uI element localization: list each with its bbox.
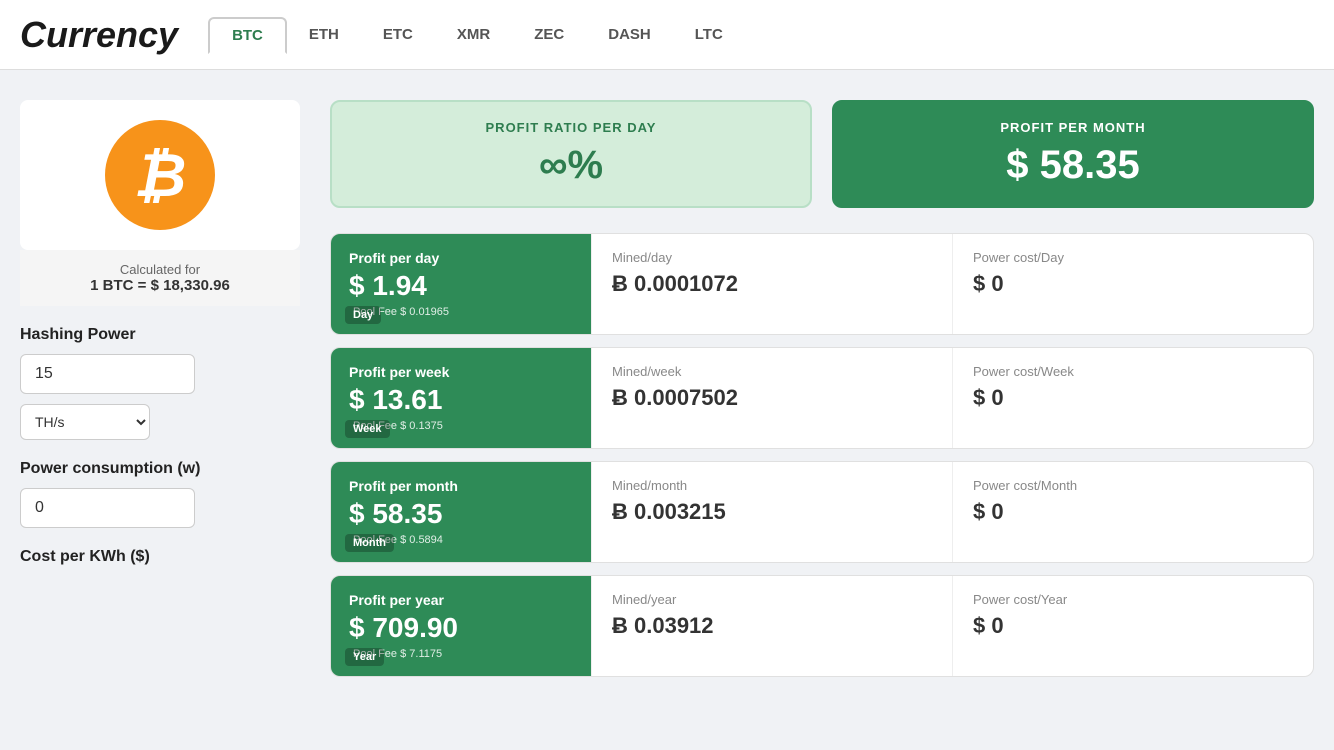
row-week-badge: Week — [345, 420, 390, 438]
row-week-mined: Mined/week Ƀ 0.0007502 — [591, 348, 952, 448]
row-year-mined-value: Ƀ 0.03912 — [612, 613, 932, 639]
row-week-mined-label: Mined/week — [612, 364, 932, 379]
row-day: Profit per day $ 1.94 Day Pool Fee $ 0.0… — [330, 233, 1314, 335]
row-week-cells: Mined/week Ƀ 0.0007502 Power cost/Week $… — [591, 348, 1313, 448]
row-month-mined-label: Mined/month — [612, 478, 932, 493]
row-day-power: Power cost/Day $ 0 — [952, 234, 1313, 334]
bitcoin-symbol: ₿ — [134, 141, 187, 210]
row-month-mined: Mined/month Ƀ 0.003215 — [591, 462, 952, 562]
row-week-power-label: Power cost/Week — [973, 364, 1293, 379]
page-title: Currency — [20, 14, 178, 56]
tab-xmr[interactable]: XMR — [435, 17, 512, 52]
calc-for-value: 1 BTC = $ 18,330.96 — [32, 277, 288, 294]
row-week-power: Power cost/Week $ 0 — [952, 348, 1313, 448]
profit-month-value: $ 58.35 — [858, 143, 1288, 188]
profit-ratio-value: ∞% — [356, 143, 786, 188]
row-week-title: Profit per week — [349, 364, 573, 380]
row-day-badge: Day — [345, 306, 381, 324]
row-day-mined-label: Mined/day — [612, 250, 932, 265]
row-month-left: Profit per month $ 58.35 Month Pool Fee … — [331, 462, 591, 562]
row-month-power-value: $ 0 — [973, 499, 1293, 525]
row-week-power-value: $ 0 — [973, 385, 1293, 411]
tab-etc[interactable]: ETC — [361, 17, 435, 52]
row-year: Profit per year $ 709.90 Year Pool Fee $… — [330, 575, 1314, 677]
row-year-power: Power cost/Year $ 0 — [952, 576, 1313, 676]
row-day-left: Profit per day $ 1.94 Day Pool Fee $ 0.0… — [331, 234, 591, 334]
row-day-mined: Mined/day Ƀ 0.0001072 — [591, 234, 952, 334]
row-year-mined: Mined/year Ƀ 0.03912 — [591, 576, 952, 676]
right-panel: PROFIT RATIO PER DAY ∞% PROFIT PER MONTH… — [330, 100, 1314, 677]
hashing-unit-select[interactable]: TH/s GH/s MH/s — [20, 404, 150, 440]
row-day-power-label: Power cost/Day — [973, 250, 1293, 265]
row-month: Profit per month $ 58.35 Month Pool Fee … — [330, 461, 1314, 563]
hashing-power-label: Hashing Power — [20, 326, 300, 344]
row-year-left: Profit per year $ 709.90 Year Pool Fee $… — [331, 576, 591, 676]
row-week-value: $ 13.61 — [349, 384, 573, 416]
header: Currency BTC ETH ETC XMR ZEC DASH LTC — [0, 0, 1334, 70]
row-month-title: Profit per month — [349, 478, 573, 494]
hashing-power-input[interactable] — [20, 354, 195, 394]
row-year-mined-label: Mined/year — [612, 592, 932, 607]
row-month-power: Power cost/Month $ 0 — [952, 462, 1313, 562]
form-section: Hashing Power TH/s GH/s MH/s Power consu… — [20, 306, 300, 566]
tab-eth[interactable]: ETH — [287, 17, 361, 52]
row-month-badge: Month — [345, 534, 394, 552]
currency-tabs: BTC ETH ETC XMR ZEC DASH LTC — [208, 17, 745, 52]
row-year-cells: Mined/year Ƀ 0.03912 Power cost/Year $ 0 — [591, 576, 1313, 676]
row-day-power-value: $ 0 — [973, 271, 1293, 297]
main-layout: ₿ Calculated for 1 BTC = $ 18,330.96 Has… — [0, 70, 1334, 707]
calc-for-section: Calculated for 1 BTC = $ 18,330.96 — [20, 250, 300, 306]
row-month-cells: Mined/month Ƀ 0.003215 Power cost/Month … — [591, 462, 1313, 562]
row-day-title: Profit per day — [349, 250, 573, 266]
row-year-power-value: $ 0 — [973, 613, 1293, 639]
profit-ratio-card: PROFIT RATIO PER DAY ∞% — [330, 100, 812, 208]
cost-kwh-label: Cost per KWh ($) — [20, 548, 300, 566]
power-consumption-label: Power consumption (w) — [20, 460, 300, 478]
calc-for-label: Calculated for — [120, 262, 200, 277]
row-day-mined-value: Ƀ 0.0001072 — [612, 271, 932, 297]
power-consumption-input[interactable] — [20, 488, 195, 528]
data-rows: Profit per day $ 1.94 Day Pool Fee $ 0.0… — [330, 233, 1314, 677]
row-month-mined-value: Ƀ 0.003215 — [612, 499, 932, 525]
row-week-left: Profit per week $ 13.61 Week Pool Fee $ … — [331, 348, 591, 448]
coin-card: ₿ — [20, 100, 300, 250]
tab-ltc[interactable]: LTC — [673, 17, 745, 52]
row-day-value: $ 1.94 — [349, 270, 573, 302]
summary-cards: PROFIT RATIO PER DAY ∞% PROFIT PER MONTH… — [330, 100, 1314, 208]
row-week-mined-value: Ƀ 0.0007502 — [612, 385, 932, 411]
profit-ratio-label: PROFIT RATIO PER DAY — [356, 120, 786, 135]
coin-icon: ₿ — [105, 120, 215, 230]
left-panel: ₿ Calculated for 1 BTC = $ 18,330.96 Has… — [20, 100, 300, 677]
row-year-power-label: Power cost/Year — [973, 592, 1293, 607]
tab-dash[interactable]: DASH — [586, 17, 673, 52]
tab-btc[interactable]: BTC — [208, 17, 287, 54]
row-year-value: $ 709.90 — [349, 612, 573, 644]
row-year-title: Profit per year — [349, 592, 573, 608]
row-year-badge: Year — [345, 648, 384, 666]
tab-zec[interactable]: ZEC — [512, 17, 586, 52]
profit-month-card: PROFIT PER MONTH $ 58.35 — [832, 100, 1314, 208]
row-month-value: $ 58.35 — [349, 498, 573, 530]
row-month-power-label: Power cost/Month — [973, 478, 1293, 493]
row-week: Profit per week $ 13.61 Week Pool Fee $ … — [330, 347, 1314, 449]
profit-month-label: PROFIT PER MONTH — [858, 120, 1288, 135]
row-day-cells: Mined/day Ƀ 0.0001072 Power cost/Day $ 0 — [591, 234, 1313, 334]
